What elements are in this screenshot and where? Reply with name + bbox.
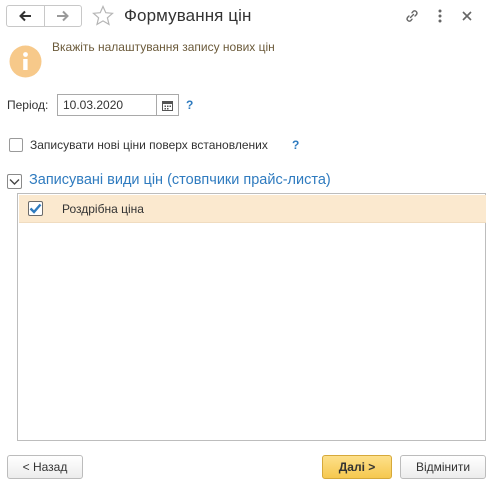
overwrite-help-link[interactable]: ? [292, 138, 299, 152]
favorite-button[interactable] [91, 4, 115, 28]
close-icon [462, 11, 472, 21]
chevron-down-icon [9, 178, 20, 185]
close-button[interactable] [457, 6, 477, 26]
link-icon [406, 10, 418, 22]
row-label: Роздрібна ціна [62, 202, 144, 216]
forward-nav-button[interactable] [43, 6, 82, 26]
arrow-right-icon [56, 10, 69, 22]
star-icon [92, 5, 114, 26]
price-types-table: Роздрібна ціна [17, 193, 486, 441]
overwrite-checkbox[interactable] [9, 138, 23, 152]
navigation-buttons [6, 5, 82, 27]
calendar-button[interactable] [157, 94, 179, 116]
calendar-icon [162, 100, 173, 111]
more-vertical-icon [438, 9, 442, 23]
overwrite-label[interactable]: Записувати нові ціни поверх встановлених [30, 138, 268, 152]
row-checkbox[interactable] [28, 201, 43, 216]
group-collapse-toggle[interactable] [7, 174, 22, 189]
cancel-button[interactable]: Відмінити [400, 455, 486, 479]
checkmark-icon [29, 203, 42, 214]
page-title: Формування цін [124, 6, 252, 25]
info-message: Вкажіть налаштування запису нових цін [52, 40, 275, 54]
back-button[interactable]: < Назад [7, 455, 83, 479]
back-nav-button[interactable] [7, 6, 44, 26]
more-button[interactable] [430, 6, 450, 26]
price-types-group-title[interactable]: Записувані види цін (стовпчики прайс-лис… [29, 172, 331, 188]
info-icon [9, 45, 42, 78]
period-help-link[interactable]: ? [186, 98, 193, 112]
period-date-input[interactable] [57, 94, 157, 116]
arrow-left-icon [19, 10, 32, 22]
next-button[interactable]: Далі > [322, 455, 392, 479]
period-label: Період: [7, 98, 49, 112]
link-button[interactable] [402, 6, 422, 26]
table-row[interactable]: Роздрібна ціна [19, 195, 486, 223]
